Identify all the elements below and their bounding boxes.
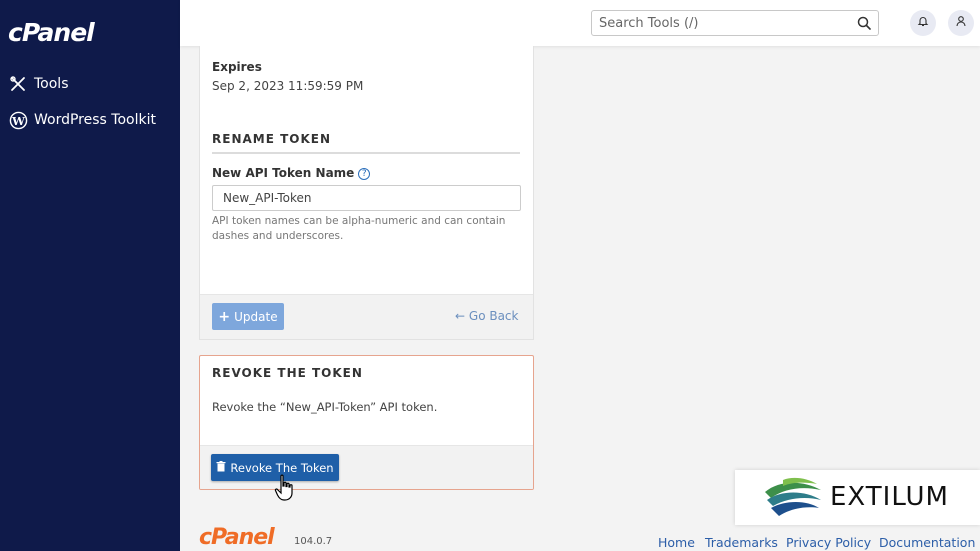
token-name-label: New API Token Name? bbox=[212, 166, 371, 180]
top-bar bbox=[180, 0, 980, 46]
token-name-label-text: New API Token Name bbox=[212, 166, 355, 180]
wordpress-icon: W bbox=[8, 110, 28, 130]
notifications-button[interactable] bbox=[910, 10, 936, 36]
expires-value: Sep 2, 2023 11:59:59 PM bbox=[212, 79, 364, 93]
update-button-label: Update bbox=[234, 309, 278, 324]
token-name-input[interactable]: New_API-Token bbox=[212, 185, 521, 211]
watermark: EXTILUM bbox=[735, 470, 980, 525]
sidebar-item-tools[interactable]: Tools bbox=[8, 74, 69, 94]
footer-link-privacy-policy[interactable]: Privacy Policy bbox=[786, 535, 871, 550]
bell-icon bbox=[917, 14, 929, 32]
footer-link-trademarks[interactable]: Trademarks bbox=[705, 535, 778, 550]
rename-actions-bar: + Update ← Go Back bbox=[200, 294, 533, 339]
extilum-logo-icon bbox=[763, 474, 825, 525]
help-icon[interactable]: ? bbox=[358, 167, 371, 180]
sidebar-item-label: Tools bbox=[34, 76, 69, 92]
sidebar-item-label: WordPress Toolkit bbox=[34, 112, 156, 128]
revoke-button-label: Revoke The Token bbox=[230, 460, 334, 475]
version-number: 104.0.7 bbox=[294, 536, 333, 547]
hand-cursor-icon bbox=[274, 474, 296, 507]
svg-text:W: W bbox=[11, 113, 25, 127]
search-box[interactable] bbox=[591, 10, 879, 36]
search-input[interactable] bbox=[599, 14, 849, 32]
sidebar: cPanel Tools W WordPress Toolkit bbox=[0, 0, 180, 551]
revoke-actions-bar: Revoke The Token bbox=[200, 445, 533, 489]
token-name-value: New_API-Token bbox=[223, 191, 312, 205]
user-icon bbox=[955, 14, 967, 32]
tools-icon bbox=[8, 74, 28, 94]
sidebar-item-wordpress-toolkit[interactable]: W WordPress Toolkit bbox=[8, 110, 156, 130]
revoke-token-heading: REVOKE THE TOKEN bbox=[212, 366, 363, 380]
arrow-left-icon: ← bbox=[455, 309, 466, 323]
cpanel-logo[interactable]: cPanel bbox=[8, 18, 95, 47]
user-menu-button[interactable] bbox=[948, 10, 974, 36]
go-back-label: Go Back bbox=[468, 309, 519, 323]
trash-icon bbox=[216, 460, 226, 475]
rename-token-heading: RENAME TOKEN bbox=[212, 132, 520, 154]
search-icon[interactable] bbox=[857, 16, 871, 35]
token-details-panel: Expires Sep 2, 2023 11:59:59 PM RENAME T… bbox=[199, 46, 534, 340]
expires-label: Expires bbox=[212, 60, 262, 74]
footer-cpanel-logo[interactable]: cPanel bbox=[199, 525, 275, 550]
token-name-help-text: API token names can be alpha-numeric and… bbox=[212, 215, 506, 242]
plus-icon: + bbox=[218, 308, 231, 325]
footer-link-documentation[interactable]: Documentation bbox=[879, 535, 975, 550]
watermark-text: EXTILUM bbox=[830, 482, 949, 512]
footer-link-home[interactable]: Home bbox=[658, 535, 695, 550]
go-back-link[interactable]: ← Go Back bbox=[455, 309, 518, 323]
update-button[interactable]: + Update bbox=[212, 303, 284, 330]
revoke-token-description: Revoke the “New_API-Token” API token. bbox=[212, 400, 438, 414]
revoke-token-panel: REVOKE THE TOKEN Revoke the “New_API-Tok… bbox=[199, 355, 534, 490]
